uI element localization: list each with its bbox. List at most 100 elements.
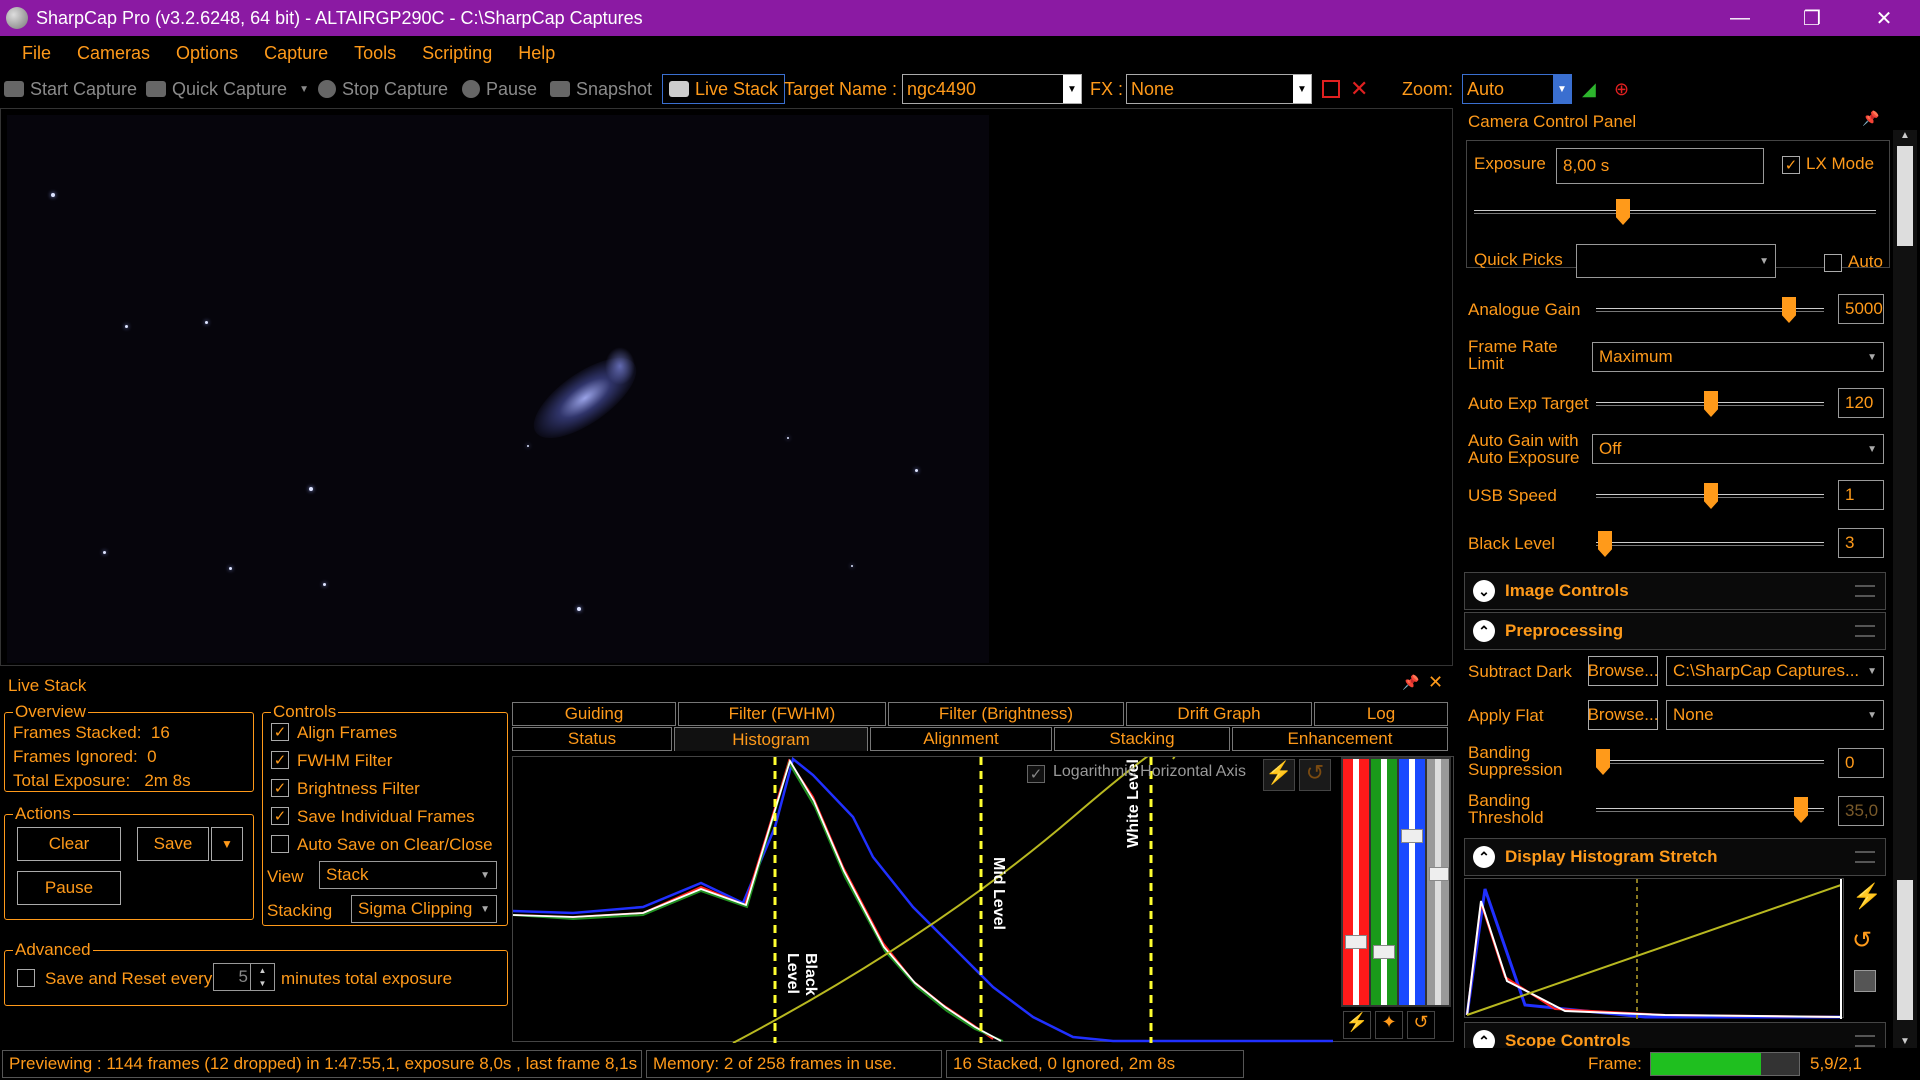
panel-scrollbar[interactable]: ▲ ▼ xyxy=(1893,130,1917,1050)
banding-suppression-input[interactable]: 0 xyxy=(1838,748,1884,778)
luma-level-handle[interactable] xyxy=(1429,867,1449,881)
menu-file[interactable]: File xyxy=(22,43,51,64)
preprocessing-header[interactable]: ⌃ Preprocessing xyxy=(1464,612,1886,650)
save-reset-checkbox[interactable] xyxy=(17,969,35,987)
menu-tools[interactable]: Tools xyxy=(354,43,396,64)
pin-icon[interactable]: 📌 xyxy=(1402,674,1419,691)
banding-suppression-slider[interactable] xyxy=(1596,749,1824,775)
chevron-down-icon[interactable]: ▼ xyxy=(299,84,309,95)
auto-exp-target-slider[interactable] xyxy=(1596,391,1824,417)
exposure-input[interactable]: 8,00 s xyxy=(1556,148,1764,184)
tab-status[interactable]: Status xyxy=(512,727,672,751)
stack-histogram[interactable]: Black Level Mid Level White Level ✓ Loga… xyxy=(512,756,1454,1043)
zoom-icon[interactable]: ⊕ xyxy=(1614,70,1629,108)
stretch-histogram[interactable] xyxy=(1464,878,1844,1019)
menu-options[interactable]: Options xyxy=(176,43,238,64)
tab-histogram[interactable]: Histogram xyxy=(674,727,868,751)
sparkle-icon[interactable]: ✦ xyxy=(1375,1011,1403,1039)
tab-guiding[interactable]: Guiding xyxy=(512,702,676,726)
auto-level-icon[interactable]: ⚡ xyxy=(1343,1011,1371,1039)
minimize-button[interactable]: — xyxy=(1704,0,1776,36)
tab-alignment[interactable]: Alignment xyxy=(870,727,1052,751)
tab-drift-graph[interactable]: Drift Graph xyxy=(1126,702,1312,726)
red-level-handle[interactable] xyxy=(1345,935,1367,949)
fwhm-filter-checkbox[interactable]: ✓ xyxy=(271,751,289,769)
save-stretch-icon[interactable] xyxy=(1854,970,1876,992)
apply-flat-select[interactable]: None ▼ xyxy=(1666,700,1884,730)
close-panel-icon[interactable]: ✕ xyxy=(1428,672,1443,693)
auto-stretch-icon[interactable]: ⚡ xyxy=(1852,882,1882,911)
quick-capture-button[interactable]: Quick Capture ▼ xyxy=(146,70,309,108)
live-stack-button[interactable]: Live Stack xyxy=(662,74,786,104)
auto-checkbox[interactable] xyxy=(1824,254,1842,272)
lx-mode-checkbox[interactable]: ✓ xyxy=(1782,156,1800,174)
menu-scripting[interactable]: Scripting xyxy=(422,43,492,64)
image-controls-header[interactable]: ⌄ Image Controls xyxy=(1464,572,1886,610)
stop-capture-button[interactable]: Stop Capture xyxy=(318,70,448,108)
reset-icon[interactable]: ↺ xyxy=(1299,759,1331,791)
pin-icon[interactable]: 📌 xyxy=(1862,110,1879,127)
usb-speed-input[interactable]: 1 xyxy=(1838,480,1884,510)
browse-dark-button[interactable]: Browse... xyxy=(1588,656,1658,686)
save-options-dropdown[interactable]: ▼ xyxy=(211,827,243,861)
black-level-slider[interactable] xyxy=(1596,531,1824,557)
frame-rate-select[interactable]: Maximum ▼ xyxy=(1592,342,1884,372)
reset-level-icon[interactable]: ↺ xyxy=(1407,1011,1435,1039)
minutes-stepper[interactable]: 5 ▲ ▼ xyxy=(213,963,275,991)
histogram-icon[interactable]: ◢ xyxy=(1582,70,1596,108)
tab-log[interactable]: Log xyxy=(1314,702,1448,726)
reset-stretch-icon[interactable]: ↺ xyxy=(1852,926,1872,955)
browse-flat-button[interactable]: Browse... xyxy=(1588,700,1658,730)
tab-stacking[interactable]: Stacking xyxy=(1054,727,1230,751)
spin-icon[interactable]: ▲ ▼ xyxy=(250,964,274,990)
banding-threshold-slider[interactable] xyxy=(1596,797,1824,823)
image-viewer[interactable] xyxy=(0,108,1453,666)
align-frames-checkbox[interactable]: ✓ xyxy=(271,723,289,741)
chevron-down-icon[interactable]: ▼ xyxy=(1553,75,1571,103)
stacking-select[interactable]: Sigma Clipping ▼ xyxy=(351,895,497,923)
black-level-input[interactable]: 3 xyxy=(1838,528,1884,558)
menu-capture[interactable]: Capture xyxy=(264,43,328,64)
menu-help[interactable]: Help xyxy=(518,43,555,64)
rgb-level-sliders[interactable] xyxy=(1341,757,1451,1007)
auto-gain-select[interactable]: Off ▼ xyxy=(1592,434,1884,464)
tab-enhancement[interactable]: Enhancement xyxy=(1232,727,1448,751)
zoom-select[interactable]: Auto ▼ xyxy=(1462,74,1572,104)
subtract-dark-select[interactable]: C:\SharpCap Captures... ▼ xyxy=(1666,656,1884,686)
clear-selection-icon[interactable]: ✕ xyxy=(1350,70,1368,108)
chevron-down-icon[interactable]: ▼ xyxy=(1063,75,1081,103)
maximize-button[interactable]: ❐ xyxy=(1776,0,1848,36)
snapshot-button[interactable]: Snapshot xyxy=(550,70,652,108)
banding-threshold-input[interactable]: 35,0 xyxy=(1838,796,1884,826)
auto-stretch-icon[interactable]: ⚡ xyxy=(1263,759,1295,791)
display-histogram-stretch-header[interactable]: ⌃ Display Histogram Stretch xyxy=(1464,838,1886,876)
pause-stack-button[interactable]: Pause xyxy=(17,871,121,905)
tab-filter-fwhm[interactable]: Filter (FWHM) xyxy=(678,702,886,726)
blue-level-handle[interactable] xyxy=(1401,829,1423,843)
save-button[interactable]: Save xyxy=(137,827,209,861)
auto-exp-target-input[interactable]: 120 xyxy=(1838,388,1884,418)
exposure-slider[interactable] xyxy=(1474,199,1876,225)
pause-button[interactable]: Pause xyxy=(462,70,537,108)
analogue-gain-input[interactable]: 5000 xyxy=(1838,294,1884,324)
select-rect-icon[interactable] xyxy=(1322,70,1340,108)
save-individual-checkbox[interactable]: ✓ xyxy=(271,807,289,825)
analogue-gain-slider[interactable] xyxy=(1596,297,1824,323)
start-capture-button[interactable]: Start Capture xyxy=(4,70,137,108)
log-axis-checkbox[interactable]: ✓ xyxy=(1027,765,1045,783)
chevron-down-icon[interactable]: ▼ xyxy=(1293,75,1311,103)
close-window-button[interactable]: ✕ xyxy=(1848,0,1920,36)
target-name-input[interactable]: ngc4490 ▼ xyxy=(902,74,1082,104)
green-level-handle[interactable] xyxy=(1373,945,1395,959)
fx-select[interactable]: None ▼ xyxy=(1126,74,1312,104)
tab-filter-brightness[interactable]: Filter (Brightness) xyxy=(888,702,1124,726)
mid-level-marker[interactable]: Mid Level xyxy=(989,857,1007,930)
auto-save-checkbox[interactable] xyxy=(271,835,289,853)
black-level-marker[interactable]: Black Level xyxy=(783,953,819,1041)
quick-picks-select[interactable]: ▼ xyxy=(1576,244,1776,278)
view-select[interactable]: Stack ▼ xyxy=(319,861,497,889)
clear-button[interactable]: Clear xyxy=(17,827,121,861)
brightness-filter-checkbox[interactable]: ✓ xyxy=(271,779,289,797)
menu-cameras[interactable]: Cameras xyxy=(77,43,150,64)
usb-speed-slider[interactable] xyxy=(1596,483,1824,509)
